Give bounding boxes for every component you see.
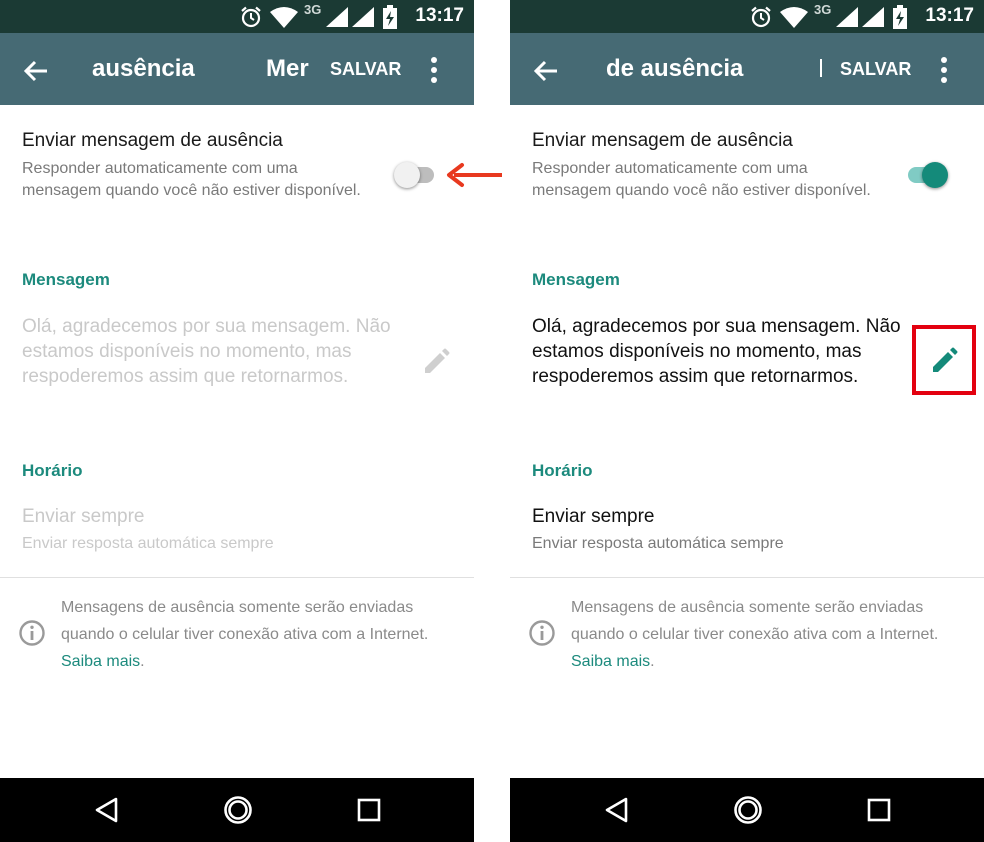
divider <box>0 577 474 578</box>
network-type-label: 3G <box>814 2 832 17</box>
schedule-section-header: Horário <box>532 461 593 480</box>
info-note: Mensagens de ausência somente serão envi… <box>61 594 461 675</box>
wifi-icon <box>270 7 298 28</box>
auto-reply-title: Enviar mensagem de ausência <box>22 130 283 151</box>
away-message-text: Olá, agradecemos por sua mensagem. Não e… <box>22 316 391 387</box>
status-bar: 3G 13:17 <box>0 0 474 33</box>
schedule-option-subtitle: Enviar resposta automática sempre <box>532 535 784 552</box>
toolbar-title: de ausência <box>606 55 744 82</box>
toolbar-title-overflow: Mer <box>266 55 309 82</box>
clock: 13:17 <box>925 5 974 26</box>
signal-icon <box>836 7 858 27</box>
status-icons: 3G 13:17 <box>234 0 474 33</box>
save-button[interactable]: SALVAR <box>330 59 401 80</box>
toolbar-divider <box>820 59 822 77</box>
info-note-period: . <box>140 653 145 670</box>
schedule-section-header: Horário <box>22 461 83 480</box>
signal-icon <box>352 7 374 27</box>
learn-more-link[interactable]: Saiba mais <box>571 653 650 670</box>
auto-reply-title: Enviar mensagem de ausência <box>532 130 793 151</box>
recents-square-icon[interactable] <box>867 798 891 822</box>
pencil-icon[interactable] <box>420 346 452 378</box>
more-vert-icon[interactable] <box>938 55 950 85</box>
signal-icon <box>326 7 348 27</box>
auto-reply-toggle[interactable] <box>394 160 438 190</box>
info-note-text: Mensagens de ausência somente serão envi… <box>61 599 429 643</box>
back-triangle-icon[interactable] <box>603 796 631 824</box>
screen-left: 3G 13:17 ausência Mer SALVAR Enviar mens… <box>0 0 474 842</box>
save-button[interactable]: SALVAR <box>840 59 911 80</box>
toggle-thumb <box>922 162 948 188</box>
schedule-option-title[interactable]: Enviar sempre <box>22 506 145 528</box>
alarm-icon <box>751 6 771 28</box>
learn-more-link[interactable]: Saiba mais <box>61 653 140 670</box>
battery-charging-icon <box>383 5 397 29</box>
clock: 13:17 <box>415 5 464 26</box>
network-type-label: 3G <box>304 2 322 17</box>
info-note-period: . <box>650 653 655 670</box>
info-note: Mensagens de ausência somente serão envi… <box>571 594 971 675</box>
toolbar: ausência Mer SALVAR <box>0 33 474 105</box>
back-triangle-icon[interactable] <box>93 796 121 824</box>
auto-reply-toggle[interactable] <box>904 160 948 190</box>
navigation-bar <box>510 778 984 842</box>
toolbar-title: ausência <box>92 55 195 82</box>
red-arrow-annotation <box>447 163 502 187</box>
recents-square-icon[interactable] <box>357 798 381 822</box>
divider <box>510 577 984 578</box>
schedule-option-subtitle: Enviar resposta automática sempre <box>22 535 274 552</box>
auto-reply-subtitle: Responder automaticamente com uma mensag… <box>532 160 871 199</box>
auto-reply-subtitle: Responder automaticamente com uma mensag… <box>22 160 361 199</box>
alarm-icon <box>241 6 261 28</box>
info-icon <box>19 620 45 646</box>
message-section-header: Mensagem <box>532 270 620 289</box>
schedule-option-title[interactable]: Enviar sempre <box>532 506 655 528</box>
wifi-icon <box>780 7 808 28</box>
info-note-text: Mensagens de ausência somente serão envi… <box>571 599 939 643</box>
message-section-header: Mensagem <box>22 270 110 289</box>
home-circle-icon[interactable] <box>732 794 764 826</box>
info-icon <box>529 620 555 646</box>
arrow-left-icon[interactable] <box>20 55 52 87</box>
more-vert-icon[interactable] <box>428 55 440 85</box>
signal-icon <box>862 7 884 27</box>
highlight-box-annotation <box>912 325 976 395</box>
status-bar: 3G 13:17 <box>510 0 984 33</box>
status-icons: 3G 13:17 <box>744 0 984 33</box>
arrow-left-icon[interactable] <box>530 55 562 87</box>
toggle-thumb <box>394 162 420 188</box>
screen-right: 3G 13:17 de ausência SALVAR Enviar mensa… <box>510 0 984 842</box>
battery-charging-icon <box>893 5 907 29</box>
home-circle-icon[interactable] <box>222 794 254 826</box>
navigation-bar <box>0 778 474 842</box>
away-message-text: Olá, agradecemos por sua mensagem. Não e… <box>532 316 901 387</box>
toolbar: de ausência SALVAR <box>510 33 984 105</box>
